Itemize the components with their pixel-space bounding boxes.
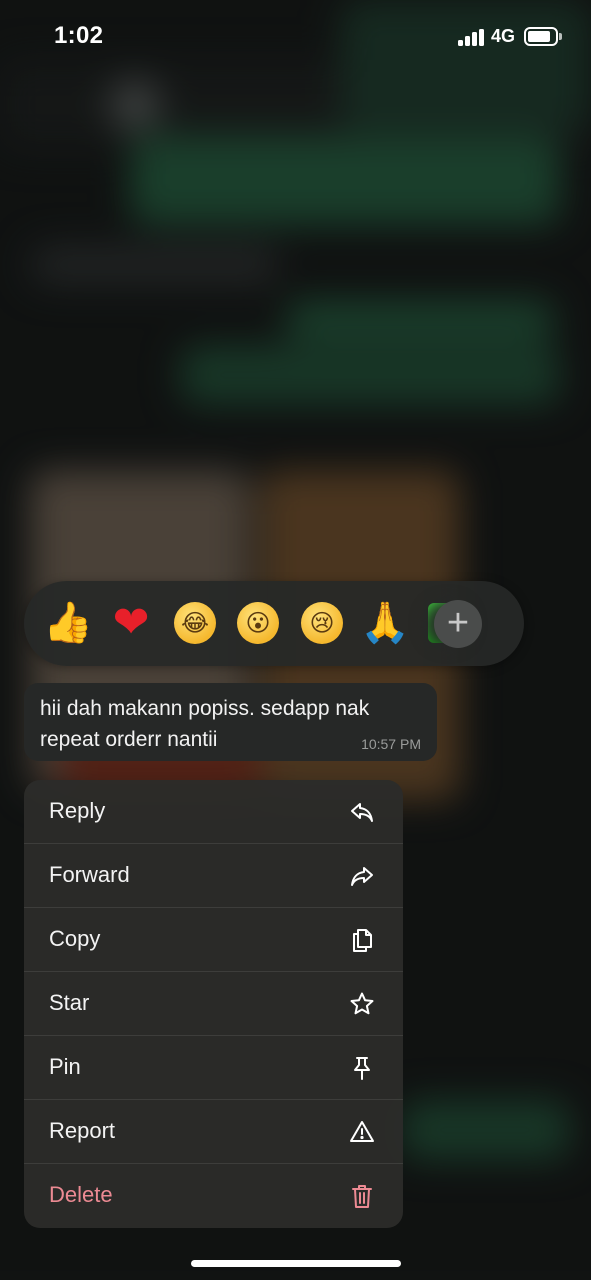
menu-item-forward[interactable]: Forward (24, 844, 403, 908)
menu-item-label: Report (49, 1118, 116, 1143)
menu-item-label: Delete (49, 1182, 113, 1207)
menu-item-label: Star (49, 990, 90, 1015)
tears-of-joy-emoji[interactable]: 😂 (174, 602, 216, 644)
menu-item-report[interactable]: Report (24, 1100, 403, 1164)
battery-level (528, 31, 550, 42)
network-type: 4G (491, 26, 516, 46)
more-reactions-plus-icon[interactable]: + (434, 600, 482, 648)
battery-icon (524, 27, 562, 46)
crying-face-emoji[interactable]: 😢 (301, 602, 343, 644)
trash-icon (352, 1185, 372, 1208)
message-timestamp: 10:57 PM (361, 736, 421, 752)
menu-item-label: Reply (49, 798, 106, 823)
reply-icon (351, 803, 373, 822)
menu-item-pin[interactable]: Pin (24, 1036, 403, 1100)
cellular-signal-icon (458, 29, 486, 46)
red-heart-emoji[interactable]: ❤ (106, 598, 156, 648)
menu-item-delete[interactable]: Delete (24, 1164, 403, 1228)
thumbs-up-emoji[interactable]: 👍 (43, 598, 93, 648)
copy-icon (353, 929, 372, 952)
home-indicator[interactable] (191, 1260, 401, 1267)
star-icon (350, 992, 374, 1015)
menu-item-star[interactable]: Star (24, 972, 403, 1036)
menu-item-label: Forward (49, 862, 130, 887)
menu-item-copy[interactable]: Copy (24, 908, 403, 972)
status-bar: 1:02 4G (0, 0, 591, 76)
message-bubble[interactable]: hii dah makann popiss. sedapp nak repeat… (24, 683, 437, 761)
folded-hands-emoji[interactable]: 🙏 (360, 598, 410, 648)
screen: 1:02 4G 👍 ❤ 😂 😮 😢 🙏 ✔ + hii dah makann p… (0, 0, 591, 1280)
forward-icon (351, 867, 373, 886)
status-time: 1:02 (54, 22, 104, 49)
menu-item-label: Copy (49, 926, 101, 951)
pin-icon (354, 1057, 370, 1080)
menu-item-label: Pin (49, 1054, 81, 1079)
menu-item-reply[interactable]: Reply (24, 780, 403, 844)
surprised-face-emoji[interactable]: 😮 (237, 602, 279, 644)
message-context-menu: Reply Forward Copy Star Pin Report Delet… (24, 780, 403, 1228)
warning-icon (350, 1121, 374, 1142)
